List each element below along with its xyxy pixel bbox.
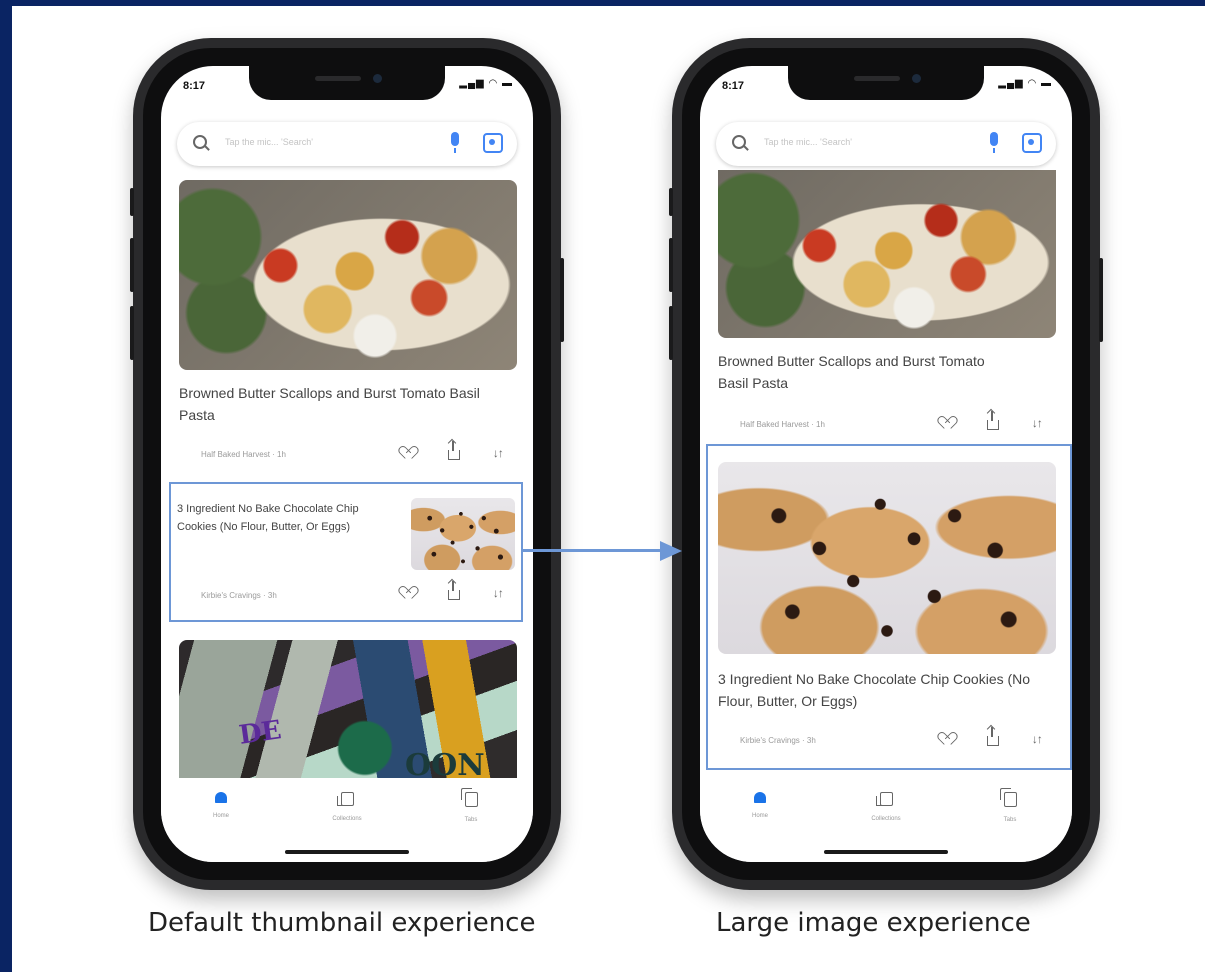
nav-tabs[interactable]: Tabs <box>970 788 1050 823</box>
phone-screen: 8:17 ▂▄▆ ◠ ▬ Tap the mic... 'Search' Bro… <box>161 66 533 862</box>
pasta-image[interactable] <box>179 180 517 370</box>
cookie-large-image[interactable] <box>718 462 1056 654</box>
cookie-card-actions: ↓↑ <box>914 726 1043 748</box>
nav-label: Collections <box>332 816 362 822</box>
home-icon <box>215 792 227 803</box>
sort-icon[interactable]: ↓↑ <box>1032 416 1043 430</box>
lens-camera-icon[interactable] <box>483 133 503 153</box>
tabs-icon <box>999 788 1017 807</box>
nav-label: Tabs <box>1003 817 1017 823</box>
status-icons: ▂▄▆ ◠ ▬ <box>998 78 1052 89</box>
pasta-card-title[interactable]: Browned Butter Scallops and Burst Tomato… <box>718 350 1018 394</box>
search-bar[interactable]: Tap the mic... 'Search' <box>177 122 517 166</box>
pasta-card-title[interactable]: Browned Butter Scallops and Burst Tomato… <box>179 382 489 426</box>
search-bar[interactable]: Tap the mic... 'Search' <box>716 122 1056 166</box>
nav-collections[interactable]: Collections <box>307 792 387 822</box>
nav-tabs[interactable]: Tabs <box>431 788 511 823</box>
heart-icon[interactable] <box>403 447 416 459</box>
nav-home[interactable]: Home <box>720 792 800 819</box>
phone-default-thumbnail: 8:17 ▂▄▆ ◠ ▬ Tap the mic... 'Search' Bro… <box>130 38 564 890</box>
nav-home[interactable]: Home <box>181 792 261 819</box>
microphone-icon[interactable] <box>990 132 998 153</box>
cookie-card-title[interactable]: 3 Ingredient No Bake Chocolate Chip Cook… <box>177 500 391 536</box>
nav-label: Home <box>212 813 229 819</box>
trading-cards-image[interactable]: DE OON <box>179 640 517 790</box>
nav-label: Home <box>751 813 768 819</box>
share-icon[interactable] <box>448 580 461 600</box>
pasta-card-actions: ↓↑ <box>914 410 1043 432</box>
search-placeholder: Tap the mic... 'Search' <box>764 137 852 147</box>
heart-icon[interactable] <box>942 733 955 745</box>
tabs-icon <box>460 788 478 807</box>
cookie-card-source: Kirbie's Cravings · 3h <box>740 736 816 745</box>
pasta-image[interactable] <box>718 170 1056 338</box>
phone-screen: 8:17 ▂▄▆ ◠ ▬ Tap the mic... 'Search' Bro… <box>700 66 1072 862</box>
share-icon[interactable] <box>987 410 1000 430</box>
sort-icon[interactable]: ↓↑ <box>1032 732 1043 746</box>
caption-default-thumbnail: Default thumbnail experience <box>148 908 536 938</box>
share-icon[interactable] <box>987 726 1000 746</box>
pasta-card-actions: ↓↑ <box>375 440 504 462</box>
home-indicator[interactable] <box>824 850 948 854</box>
search-icon <box>193 135 207 149</box>
card-art-text: DE <box>237 715 284 751</box>
nav-label: Tabs <box>464 817 478 823</box>
pasta-card-source: Half Baked Harvest · 1h <box>740 420 825 429</box>
phone-large-image: 8:17 ▂▄▆ ◠ ▬ Tap the mic... 'Search' Bro… <box>669 38 1103 890</box>
cookie-card-actions: ↓↑ <box>375 580 504 602</box>
transition-arrow-line <box>523 549 663 552</box>
cookie-thumbnail[interactable] <box>411 498 515 570</box>
status-icons: ▂▄▆ ◠ ▬ <box>459 78 513 89</box>
home-indicator[interactable] <box>285 850 409 854</box>
status-time: 8:17 <box>722 80 745 92</box>
status-time: 8:17 <box>183 80 206 92</box>
sort-icon[interactable]: ↓↑ <box>493 446 504 460</box>
nav-label: Collections <box>871 816 901 822</box>
nav-collections[interactable]: Collections <box>846 792 926 822</box>
pasta-card-source: Half Baked Harvest · 1h <box>201 450 286 459</box>
share-icon[interactable] <box>448 440 461 460</box>
search-placeholder: Tap the mic... 'Search' <box>225 137 313 147</box>
collections-icon <box>336 792 354 806</box>
sort-icon[interactable]: ↓↑ <box>493 586 504 600</box>
search-icon <box>732 135 746 149</box>
microphone-icon[interactable] <box>451 132 459 153</box>
cookie-card-title[interactable]: 3 Ingredient No Bake Chocolate Chip Cook… <box>718 668 1038 712</box>
cookie-card-source: Kirbie's Cravings · 3h <box>201 591 277 600</box>
lens-camera-icon[interactable] <box>1022 133 1042 153</box>
transition-arrow-head <box>660 541 682 561</box>
caption-large-image: Large image experience <box>716 908 1031 938</box>
collections-icon <box>875 792 893 806</box>
heart-icon[interactable] <box>403 587 416 599</box>
home-icon <box>754 792 766 803</box>
heart-icon[interactable] <box>942 417 955 429</box>
